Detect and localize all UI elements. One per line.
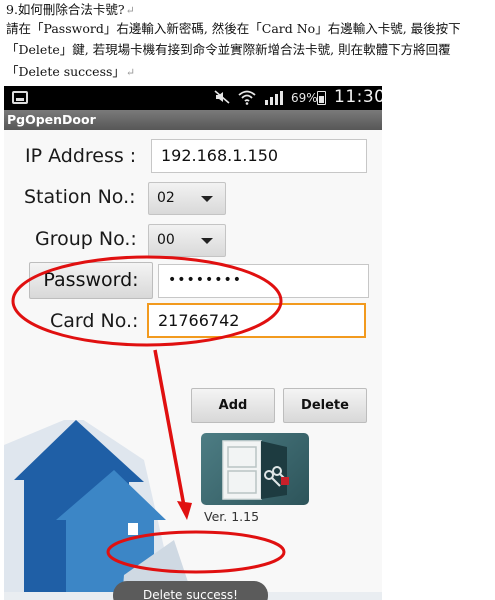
password-field[interactable]: •••••••• [158, 264, 369, 298]
clock: 11:30 [334, 87, 382, 107]
battery-percent: 69% [291, 91, 318, 105]
app-content: IP Address : 192.168.1.150 Station No.: … [4, 130, 382, 600]
question-title-text: 9.如何刪除合法卡號? [6, 2, 125, 17]
password-button[interactable]: Password: [29, 262, 153, 299]
station-no-dropdown[interactable]: 02 [148, 182, 226, 215]
group-no-value: 00 [157, 232, 175, 248]
group-no-dropdown[interactable]: 00 [148, 224, 226, 257]
question-title: 9.如何刪除合法卡號?↵ [6, 0, 135, 21]
add-button[interactable]: Add [191, 388, 275, 423]
group-no-label: Group No.: [35, 228, 137, 250]
instruction-line-3: 「Delete success」↵ [6, 62, 135, 83]
station-no-label: Station No.: [24, 186, 136, 208]
door-key-icon [201, 433, 309, 505]
wifi-icon [238, 90, 256, 109]
phone-screenshot: 69% 11:30 PgOpenDoor IP Address : 192.16… [4, 86, 382, 600]
station-no-value: 02 [157, 190, 175, 206]
chevron-down-icon [201, 238, 213, 244]
instruction-line-2: 「Delete」鍵, 若現場卡機有接到命令並實際新增合法卡號, 則在軟體下方將回… [6, 42, 451, 57]
paragraph-mark-icon: ↵ [125, 66, 136, 79]
status-bar: 69% 11:30 [4, 86, 382, 110]
battery-icon [317, 91, 326, 105]
screen-icon [12, 91, 28, 104]
chevron-down-icon [201, 196, 213, 202]
app-title-bar: PgOpenDoor [4, 110, 382, 130]
instruction-line-3-text: 「Delete success」 [6, 64, 125, 79]
instruction-line-1: 請在「Password」右邊輸入新密碼, 然後在「Card No」右邊輸入卡號,… [6, 21, 461, 36]
mute-icon [214, 90, 230, 108]
ip-address-field[interactable]: 192.168.1.150 [151, 139, 367, 173]
background-arrows-graphic [4, 420, 382, 600]
signal-icon [264, 90, 284, 109]
card-no-field[interactable]: 21766742 [147, 303, 366, 338]
toast-message: Delete success! [113, 581, 268, 600]
delete-button[interactable]: Delete [283, 388, 367, 423]
ip-address-label: IP Address : [25, 145, 137, 167]
paragraph-mark-icon: ↵ [125, 4, 135, 17]
version-label: Ver. 1.15 [204, 509, 260, 524]
card-no-label: Card No.: [50, 310, 139, 332]
